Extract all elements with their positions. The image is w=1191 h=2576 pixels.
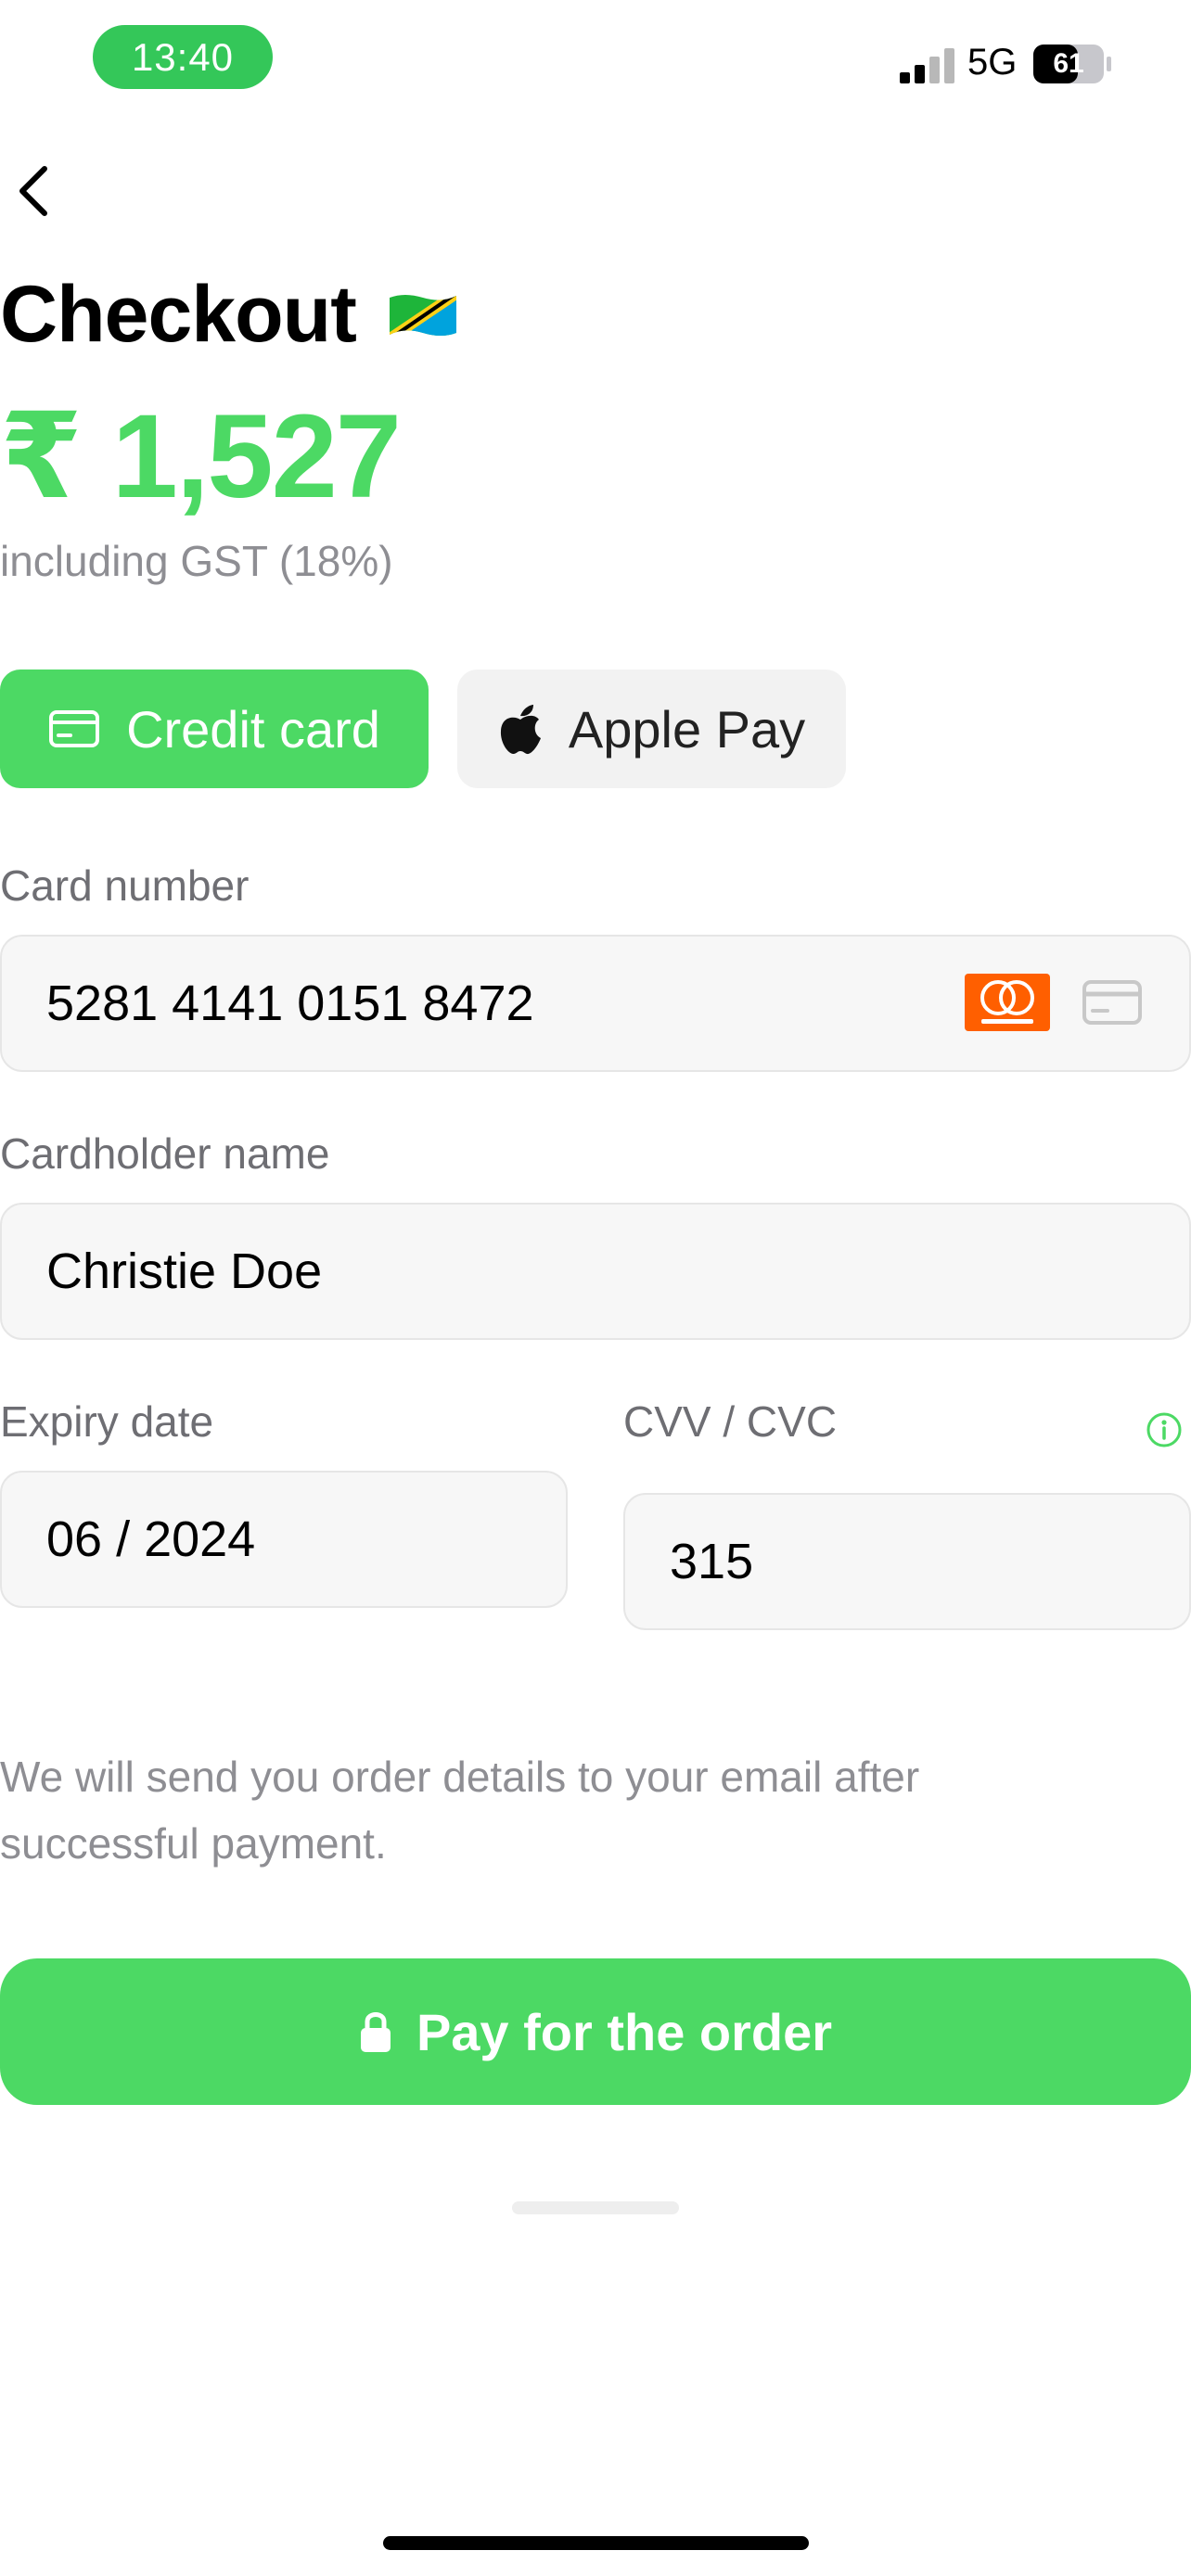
pay-for-order-label: Pay for the order bbox=[416, 2002, 833, 2061]
expiry-label: Expiry date bbox=[0, 1397, 214, 1446]
cardholder-name-field[interactable]: Christie Doe bbox=[0, 1203, 1191, 1340]
network-type: 5G bbox=[967, 42, 1018, 83]
expiry-value: 06 / 2024 bbox=[46, 1511, 256, 1567]
back-chevron-icon[interactable] bbox=[13, 163, 54, 219]
expiry-date-field[interactable]: 06 / 2024 bbox=[0, 1471, 568, 1608]
lock-icon bbox=[360, 2012, 391, 2052]
credit-card-label: Credit card bbox=[126, 699, 380, 759]
signal-icon bbox=[900, 48, 954, 83]
battery-icon: 61 bbox=[1033, 45, 1113, 83]
pay-for-order-button[interactable]: Pay for the order bbox=[0, 1958, 1191, 2105]
page-title: Checkout bbox=[0, 270, 357, 359]
status-time: 13:40 bbox=[93, 25, 273, 89]
email-notice: We will send you order details to your e… bbox=[0, 1753, 920, 1868]
credit-card-button[interactable]: Credit card bbox=[0, 670, 429, 788]
card-number-value: 5281 4141 0151 8472 bbox=[46, 976, 534, 1031]
credit-card-icon bbox=[49, 710, 100, 747]
cvv-field[interactable]: 315 bbox=[623, 1493, 1191, 1630]
cardholder-label: Cardholder name bbox=[0, 1129, 330, 1178]
apple-pay-button[interactable]: Apple Pay bbox=[457, 670, 846, 788]
title-row: Checkout bbox=[0, 269, 460, 361]
sheet-handle[interactable] bbox=[512, 2201, 679, 2214]
info-icon[interactable] bbox=[1146, 1411, 1183, 1448]
cvv-value: 315 bbox=[670, 1534, 754, 1589]
card-number-label: Card number bbox=[0, 861, 250, 910]
total-amount: ₹ 1,527 bbox=[0, 390, 402, 523]
apple-pay-label: Apple Pay bbox=[568, 699, 806, 759]
cvv-label: CVV / CVC bbox=[623, 1397, 838, 1446]
mastercard-icon bbox=[965, 974, 1050, 1031]
tanzania-flag-icon bbox=[389, 294, 456, 336]
battery-level: 61 bbox=[1053, 48, 1084, 79]
card-outline-icon bbox=[1082, 980, 1142, 1025]
apple-icon bbox=[500, 705, 541, 755]
home-indicator bbox=[383, 2536, 809, 2550]
cardholder-value: Christie Doe bbox=[46, 1243, 323, 1299]
tax-note: including GST (18%) bbox=[0, 537, 393, 585]
